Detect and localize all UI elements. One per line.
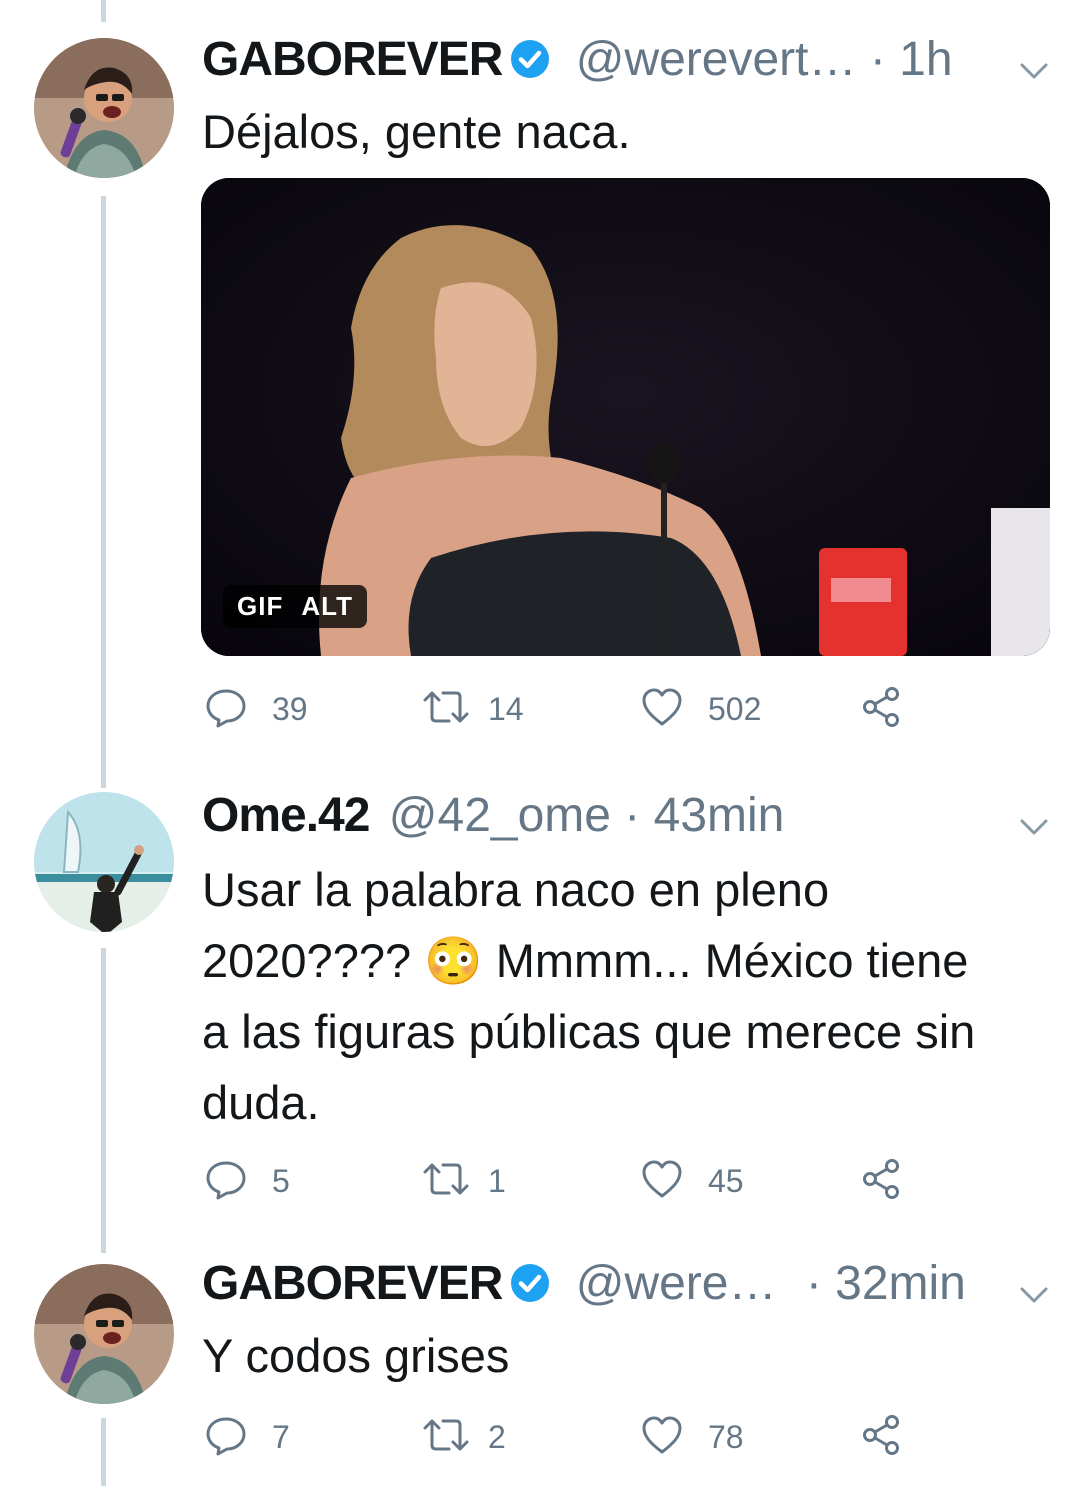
chevron-down-icon[interactable] [1018,40,1050,104]
reply-count: 7 [272,1418,290,1455]
avatar[interactable] [34,38,174,178]
tweet-actions: 5 1 45 [204,1156,924,1206]
retweet-count: 14 [488,690,524,727]
tweet-header: Ome.42 @42_ome · 43min [202,784,1050,848]
gif-label: GIF [237,591,284,621]
tweet-header: GABOREVER @were… · 32min [202,1252,1050,1316]
heart-icon [640,685,684,734]
retweet-icon [422,1157,470,1206]
verified-badge-icon [508,1258,552,1322]
user-handle[interactable]: @werevert… [576,33,857,86]
reply-button[interactable]: 5 [204,1156,290,1206]
user-handle[interactable]: @were… [576,1257,777,1310]
like-count: 45 [708,1162,744,1199]
retweet-icon [422,1413,470,1462]
retweet-button[interactable]: 14 [422,684,524,734]
like-count: 502 [708,690,762,727]
avatar[interactable] [34,792,174,932]
share-button[interactable] [860,684,904,734]
share-button[interactable] [860,1412,904,1462]
chevron-down-icon[interactable] [1018,796,1050,860]
tweet-body: GABOREVER @were… · 32min Y codos grises [202,1252,1050,1391]
like-button[interactable]: 502 [640,684,761,734]
reply-icon [204,1413,248,1462]
like-button[interactable]: 45 [640,1156,744,1206]
gif-alt-badge[interactable]: GIF ALT [223,585,367,628]
retweet-button[interactable]: 1 [422,1156,506,1206]
timestamp[interactable]: 32min [835,1257,966,1310]
share-button[interactable] [860,1156,904,1206]
tweet[interactable]: GABOREVER @werevert… · 1h Déjalos, gente… [0,0,1080,760]
tweet[interactable]: GABOREVER @were… · 32min Y codos grises … [0,1240,1080,1486]
heart-icon [640,1413,684,1462]
tweet-body: GABOREVER @werevert… · 1h Déjalos, gente… [202,28,1050,167]
tweet[interactable]: Ome.42 @42_ome · 43min Usar la palabra n… [0,760,1080,1240]
tweet-text: Usar la palabra naco en pleno 2020???? 😳… [202,863,976,1129]
reply-icon [204,685,248,734]
reply-button[interactable]: 7 [204,1412,290,1462]
user-handle[interactable]: @42_ome [389,789,611,842]
verified-badge-icon [508,34,552,98]
timestamp[interactable]: 43min [654,789,785,842]
like-button[interactable]: 78 [640,1412,744,1462]
separator-dot: · [856,33,900,86]
tweet-actions: 39 14 502 [204,684,924,734]
tweet-header: GABOREVER @werevert… · 1h [202,28,1050,92]
reply-count: 39 [272,690,308,727]
retweet-icon [422,685,470,734]
tweet-body: Ome.42 @42_ome · 43min Usar la palabra n… [202,784,1050,1138]
separator-dot: · [792,1257,836,1310]
display-name[interactable]: GABOREVER [202,33,503,86]
gif-media[interactable]: GIF ALT [201,178,1050,656]
reply-count: 5 [272,1162,290,1199]
retweet-button[interactable]: 2 [422,1412,506,1462]
tweet-text: Déjalos, gente naca. [202,105,631,158]
tweet-text: Y codos grises [202,1329,510,1382]
heart-icon [640,1157,684,1206]
chevron-down-icon[interactable] [1018,1264,1050,1328]
display-name[interactable]: Ome.42 [202,789,370,842]
retweet-count: 1 [488,1162,506,1199]
timestamp[interactable]: 1h [899,33,952,86]
tweet-actions: 7 2 78 [204,1412,924,1462]
separator-dot: · [610,789,654,842]
avatar[interactable] [34,1264,174,1404]
alt-label[interactable]: ALT [301,591,353,621]
reply-icon [204,1157,248,1206]
share-icon [860,1157,904,1206]
display-name[interactable]: GABOREVER [202,1257,503,1310]
share-icon [860,685,904,734]
like-count: 78 [708,1418,744,1455]
reply-button[interactable]: 39 [204,684,308,734]
retweet-count: 2 [488,1418,506,1455]
share-icon [860,1413,904,1462]
